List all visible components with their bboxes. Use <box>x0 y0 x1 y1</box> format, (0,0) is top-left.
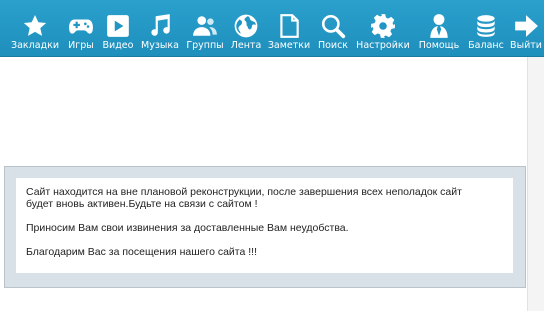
notice-line-1: Сайт находится на вне плановой реконстру… <box>26 186 462 198</box>
nav-item-settings[interactable]: Настройки <box>354 0 412 56</box>
gear-icon <box>370 13 396 39</box>
star-icon <box>22 13 48 39</box>
nav-item-feed[interactable]: Лента <box>228 0 264 56</box>
vertical-scrollbar[interactable] <box>527 57 544 311</box>
nav-label-help: Помощь <box>418 40 460 51</box>
video-icon <box>105 13 131 39</box>
music-icon <box>147 13 173 39</box>
page: и Закладки Игры Видео Музыка <box>0 0 544 311</box>
nav-item-music[interactable]: Музыка <box>138 0 182 56</box>
help-icon <box>426 13 452 39</box>
nav-item-games[interactable]: Игры <box>64 0 98 56</box>
top-navigation-bar: и Закладки Игры Видео Музыка <box>0 0 544 57</box>
nav-label-feed: Лента <box>230 40 262 51</box>
nav-item-help[interactable]: Помощь <box>414 0 464 56</box>
nav-item-video[interactable]: Видео <box>100 0 136 56</box>
nav-label-bookmarks: Закладки <box>10 40 60 51</box>
nav-label-games: Игры <box>68 40 94 51</box>
nav-item-bookmarks[interactable]: Закладки <box>8 0 62 56</box>
notice-apology: Приносим Вам свои извинения за доставлен… <box>26 222 349 234</box>
maintenance-notice-box: Сайт находится на вне плановой реконстру… <box>16 178 513 273</box>
maintenance-notice-text: Сайт находится на вне плановой реконстру… <box>26 186 510 258</box>
nav-label-notes: Заметки <box>267 40 311 51</box>
nav-label-video: Видео <box>102 40 134 51</box>
nav-item-logout[interactable]: Выйти <box>508 0 544 56</box>
nav-label-music: Музыка <box>141 40 179 51</box>
maintenance-notice-frame: Сайт находится на вне плановой реконстру… <box>4 166 526 288</box>
globe-icon <box>233 13 259 39</box>
nav-item-notes[interactable]: Заметки <box>266 0 312 56</box>
arrow-right-icon <box>513 13 539 39</box>
search-icon <box>320 13 346 39</box>
nav-label-groups: Группы <box>186 40 224 51</box>
coins-icon <box>473 13 499 39</box>
nav-label-settings: Настройки <box>356 40 410 51</box>
notice-thanks: Благодарим Вас за посещения нашего сайта… <box>26 246 257 258</box>
nav-label-logout: Выйти <box>510 40 542 51</box>
group-icon <box>192 13 218 39</box>
notice-line-2: будет вновь активен.Будьте на связи с са… <box>26 198 258 210</box>
nav-item-search[interactable]: Поиск <box>314 0 352 56</box>
note-icon <box>276 13 302 39</box>
nav-label-search: Поиск <box>317 40 349 51</box>
gamepad-icon <box>68 13 94 39</box>
nav-item-balance[interactable]: Баланс <box>466 0 506 56</box>
nav-item-groups[interactable]: Группы <box>184 0 226 56</box>
nav-label-balance: Баланс <box>468 40 504 51</box>
